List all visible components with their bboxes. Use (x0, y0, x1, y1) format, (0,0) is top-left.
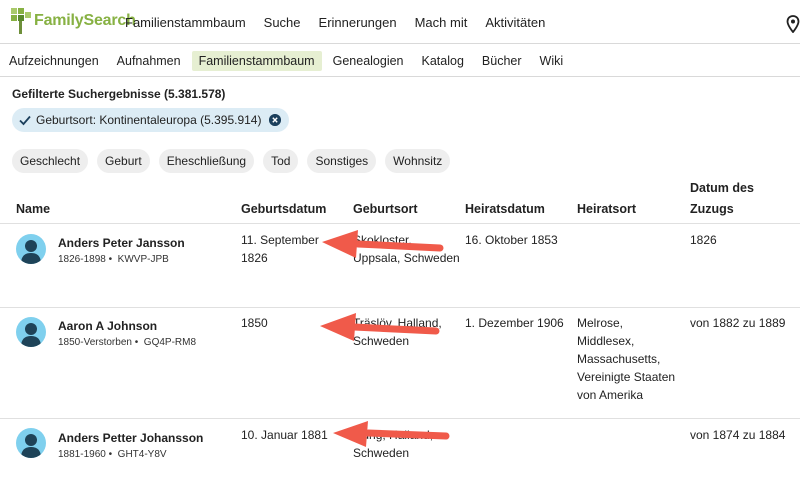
marriage-date-cell: 16. Oktober 1853 (465, 233, 558, 247)
person-silhouette-icon (21, 434, 41, 458)
annotation-arrow-icon (322, 230, 444, 258)
main-nav: Familienstammbaum Suche Erinnerungen Mac… (125, 0, 563, 44)
move-date-cell: von 1882 zu 1889 (690, 316, 786, 330)
column-header-move-date-line1: Datum des (690, 181, 754, 195)
header-divider (0, 223, 800, 224)
subnav-wiki[interactable]: Wiki (533, 51, 571, 71)
filter-geschlecht[interactable]: Geschlecht (12, 149, 89, 173)
subnav-katalog[interactable]: Katalog (415, 51, 471, 71)
filter-geburt[interactable]: Geburt (97, 149, 150, 173)
person-name[interactable]: Anders Petter Johansson (58, 431, 203, 445)
marriage-place-line: Massachusetts, (577, 352, 661, 366)
birth-date-cell: 10. Januar 1881 (241, 428, 328, 442)
nav-suche[interactable]: Suche (264, 15, 301, 30)
move-date-cell: 1826 (690, 233, 717, 247)
subnav-aufnahmen[interactable]: Aufnahmen (110, 51, 188, 71)
birth-date-cell: 1850 (241, 316, 268, 330)
marriage-place-line: Melrose, (577, 316, 624, 330)
marriage-date-cell: 1. Dezember 1906 (465, 316, 564, 330)
nav-familienstammbaum[interactable]: Familienstammbaum (125, 15, 246, 30)
marriage-place-cell: Melrose, Middlesex, Massachusetts, Verei… (577, 314, 675, 404)
filter-eheschliessung[interactable]: Eheschließung (158, 149, 255, 173)
nav-erinnerungen[interactable]: Erinnerungen (319, 15, 397, 30)
move-date-cell: von 1874 zu 1884 (690, 428, 786, 442)
sub-nav: Aufzeichnungen Aufnahmen Familienstammba… (0, 45, 800, 77)
column-header-move-date[interactable]: Datum des Zuzugs (690, 178, 754, 220)
check-icon (19, 115, 31, 126)
avatar (16, 428, 46, 458)
remove-filter-icon[interactable] (269, 114, 282, 126)
annotation-arrow-icon (320, 313, 440, 341)
filter-buttons: Geschlecht Geburt Eheschließung Tod Sons… (12, 149, 451, 173)
filter-wohnsitz[interactable]: Wohnsitz (385, 149, 451, 173)
annotation-arrow-icon (333, 421, 450, 447)
person-id: KWVP-JPB (117, 254, 169, 265)
subnav-familienstammbaum[interactable]: Familienstammbaum (191, 50, 322, 71)
logo-text: FamilySearch (34, 12, 136, 29)
birth-date-cell: 11. September 1826 (241, 231, 319, 267)
results-title: Gefilterte Suchergebnisse (5.381.578) (12, 87, 226, 101)
avatar (16, 234, 46, 264)
person-meta: 1881-1960 • GHT4-Y8V (58, 449, 167, 460)
subnav-buecher[interactable]: Bücher (475, 51, 529, 71)
person-silhouette-icon (21, 240, 41, 264)
row-divider (0, 418, 800, 419)
person-id: GHT4-Y8V (117, 449, 167, 460)
marriage-place-line: Middlesex, (577, 334, 635, 348)
nav-mach-mit[interactable]: Mach mit (415, 15, 468, 30)
top-header: FamilySearch Familienstammbaum Suche Eri… (0, 0, 800, 44)
active-filter-chip[interactable]: Geburtsort: Kontinentaleuropa (5.395.914… (12, 108, 290, 132)
subnav-aufzeichnungen[interactable]: Aufzeichnungen (9, 51, 106, 71)
column-header-name[interactable]: Name (16, 199, 50, 220)
person-life-span: 1850-Verstorben (58, 337, 132, 348)
column-header-birth-date[interactable]: Geburtsdatum (241, 199, 326, 220)
filter-sonstiges[interactable]: Sonstiges (307, 149, 377, 173)
person-id: GQ4P-RM8 (143, 337, 197, 348)
person-meta: 1826-1898 • KWVP-JPB (58, 254, 169, 265)
avatar (16, 317, 46, 347)
active-filter-label: Geburtsort: Kontinentaleuropa (5.395.914… (36, 113, 262, 127)
birth-date-line2: 1826 (241, 251, 268, 265)
family-tree-icon (11, 8, 31, 34)
column-header-birth-place[interactable]: Geburtsort (353, 199, 418, 220)
column-header-marriage-place[interactable]: Heiratsort (577, 199, 636, 220)
subnav-genealogien[interactable]: Genealogien (326, 51, 411, 71)
column-header-move-date-line2: Zuzugs (690, 202, 734, 216)
nav-aktivitaeten[interactable]: Aktivitäten (485, 15, 545, 30)
filter-tod[interactable]: Tod (263, 149, 299, 173)
person-name[interactable]: Aaron A Johnson (58, 319, 157, 333)
location-pin-icon[interactable] (786, 15, 800, 33)
person-meta: 1850-Verstorben • GQ4P-RM8 (58, 337, 197, 348)
person-life-span: 1826-1898 (58, 254, 106, 265)
person-silhouette-icon (21, 323, 41, 347)
marriage-place-line: von Amerika (577, 388, 644, 402)
birth-date-line1: 11. September (241, 233, 319, 247)
familysearch-logo[interactable]: FamilySearch (11, 6, 136, 36)
row-divider (0, 307, 800, 308)
column-header-marriage-date[interactable]: Heiratsdatum (465, 199, 545, 220)
person-life-span: 1881-1960 (58, 449, 106, 460)
marriage-place-line: Vereinigte Staaten (577, 370, 676, 384)
person-name[interactable]: Anders Peter Jansson (58, 236, 185, 250)
